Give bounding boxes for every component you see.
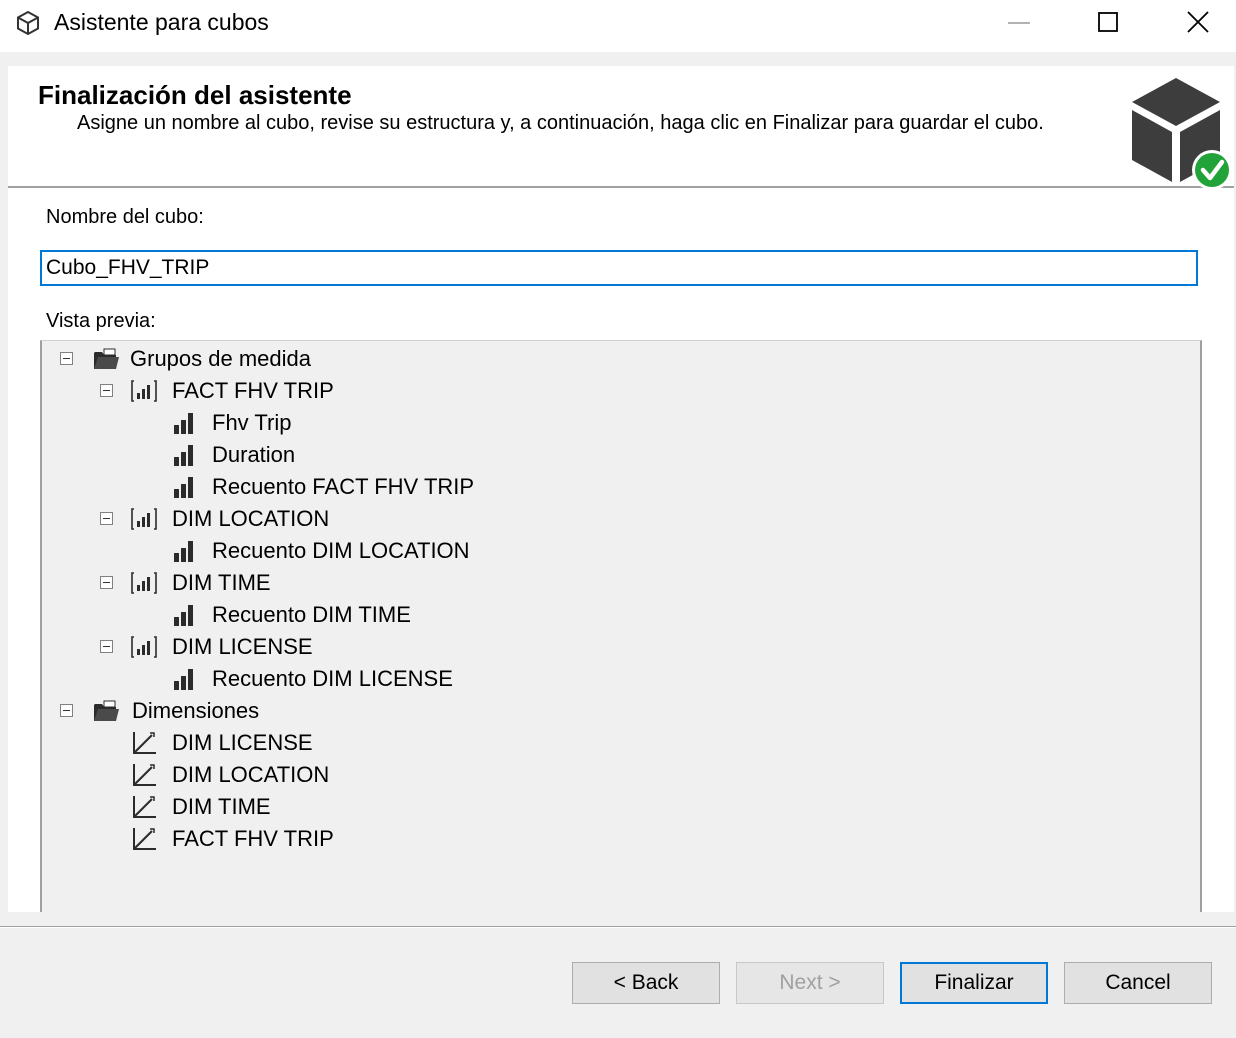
measure-group-icon <box>131 380 157 402</box>
tree-node-dimension[interactable]: FACT FHV TRIP <box>42 823 642 855</box>
measure-icon <box>174 445 193 466</box>
close-icon <box>1187 11 1209 33</box>
dimension-icon <box>133 796 156 818</box>
tree-label: Recuento FACT FHV TRIP <box>212 474 475 499</box>
tree-label: FACT FHV TRIP <box>172 378 334 403</box>
tree-node-measure-groups[interactable]: Grupos de medida <box>42 343 642 375</box>
header-description: Asigne un nombre al cubo, revise su estr… <box>77 112 1044 134</box>
tree-node-dimension[interactable]: DIM LOCATION <box>42 759 642 791</box>
tree-node-measure-group[interactable]: DIM TIME <box>42 567 642 599</box>
dimension-icon <box>133 732 156 754</box>
cube-check-icon <box>1132 78 1232 190</box>
tree-label: Fhv Trip <box>212 410 292 435</box>
dimension-icon <box>133 764 156 786</box>
maximize-icon <box>1098 12 1118 32</box>
tree-node-measure[interactable]: Recuento DIM TIME <box>42 599 642 631</box>
collapse-toggle[interactable] <box>60 352 73 365</box>
tree-label: Recuento DIM TIME <box>212 602 411 627</box>
footer-separator <box>0 926 1236 928</box>
title-bar: Asistente para cubos <box>0 0 1236 52</box>
tree-node-measure[interactable]: Recuento DIM LOCATION <box>42 535 642 567</box>
tree-node-measure[interactable]: Recuento FACT FHV TRIP <box>42 471 642 503</box>
tree-node-measure[interactable]: Duration <box>42 439 642 471</box>
header-title: Finalización del asistente <box>38 80 352 110</box>
collapse-toggle[interactable] <box>100 640 113 653</box>
tree-label: DIM LICENSE <box>172 730 313 755</box>
measure-icon <box>174 541 193 562</box>
tree-label: FACT FHV TRIP <box>172 826 334 851</box>
tree-label: DIM LOCATION <box>172 506 330 531</box>
measure-group-icon <box>131 636 157 658</box>
minimize-button[interactable] <box>972 0 1062 46</box>
tree-label: DIM LICENSE <box>172 634 313 659</box>
measure-icon <box>174 669 193 690</box>
tree-node-dimensions[interactable]: Dimensiones <box>42 695 642 727</box>
measure-group-icon <box>131 572 157 594</box>
collapse-toggle[interactable] <box>100 512 113 525</box>
cube-name-label: Nombre del cubo: <box>46 206 204 228</box>
preview-tree[interactable]: Grupos de medida FACT FHV TRIP Fhv Trip … <box>40 340 1202 912</box>
cancel-button[interactable]: Cancel <box>1064 962 1212 1004</box>
dimension-icon <box>133 828 156 850</box>
tree-label: Dimensiones <box>132 698 260 723</box>
tree-node-measure-group[interactable]: DIM LICENSE <box>42 631 642 663</box>
maximize-button[interactable] <box>1062 0 1152 46</box>
tree-node-measure[interactable]: Fhv Trip <box>42 407 642 439</box>
measure-icon <box>174 477 193 498</box>
wizard-header: Finalización del asistente Asigne un nom… <box>8 66 1234 190</box>
tree-label: DIM LOCATION <box>172 762 330 787</box>
window-title: Asistente para cubos <box>54 9 269 35</box>
tree-label: Recuento DIM LOCATION <box>212 538 470 563</box>
measure-icon <box>174 605 193 626</box>
tree-label: DIM TIME <box>172 570 271 595</box>
collapse-toggle[interactable] <box>60 704 73 717</box>
tree-node-measure-group[interactable]: FACT FHV TRIP <box>42 375 642 407</box>
tree-node-dimension[interactable]: DIM LICENSE <box>42 727 642 759</box>
tree-label: DIM TIME <box>172 794 271 819</box>
collapse-toggle[interactable] <box>100 576 113 589</box>
folder-icon <box>94 348 119 369</box>
cube-name-input[interactable] <box>40 250 1198 286</box>
tree-node-measure-group[interactable]: DIM LOCATION <box>42 503 642 535</box>
measure-icon <box>174 413 193 434</box>
close-button[interactable] <box>1152 0 1236 46</box>
folder-icon <box>94 700 119 721</box>
tree-node-dimension[interactable]: DIM TIME <box>42 791 642 823</box>
next-button[interactable]: Next > <box>736 962 884 1004</box>
wizard-content: Finalización del asistente Asigne un nom… <box>8 66 1234 912</box>
tree-label: Recuento DIM LICENSE <box>212 666 453 691</box>
tree-node-measure[interactable]: Recuento DIM LICENSE <box>42 663 642 695</box>
finish-button[interactable]: Finalizar <box>900 962 1048 1004</box>
tree-label: Duration <box>212 442 296 467</box>
tree-label: Grupos de medida <box>130 346 311 371</box>
cube-icon <box>17 10 39 36</box>
preview-label: Vista previa: <box>46 310 156 332</box>
back-button[interactable]: < Back <box>572 962 720 1004</box>
collapse-toggle[interactable] <box>100 384 113 397</box>
minimize-icon <box>1008 22 1030 24</box>
measure-group-icon <box>131 508 157 530</box>
